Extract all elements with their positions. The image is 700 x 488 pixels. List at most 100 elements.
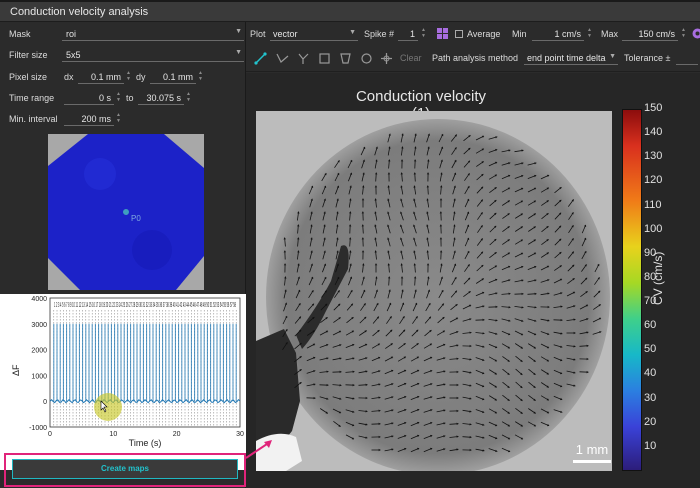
trace-x-tick: 0 <box>48 431 52 438</box>
create-maps-button[interactable]: Create maps <box>12 459 238 479</box>
plot-type-select[interactable]: vector ▼ <box>270 26 358 41</box>
trace-x-tick: 10 <box>109 431 117 438</box>
time-range-row: Time range 0 s ▲ ▼ to 30.075 s ▲ ▼ <box>0 90 246 106</box>
colorbar-tick: 140 <box>644 126 663 139</box>
spike-spin-icon[interactable]: ▲ ▼ <box>420 27 427 40</box>
mask-texture <box>84 158 116 190</box>
clear-button[interactable]: Clear <box>400 53 422 63</box>
rectangle-tool-icon[interactable] <box>318 52 331 65</box>
time-range-label: Time range <box>9 93 55 103</box>
tolerance-label: Tolerance ± <box>624 53 671 63</box>
average-checkbox[interactable] <box>455 30 463 38</box>
dy-input[interactable]: 0.1 mm <box>150 69 196 84</box>
colorbar-tick: 10 <box>644 439 657 452</box>
colorbar <box>622 109 642 471</box>
mask-thumbnail[interactable]: P0 <box>48 134 204 290</box>
average-label: Average <box>467 29 501 39</box>
colorbar-tick: 20 <box>644 415 657 428</box>
left-panel: Mask roi ▼ Filter size 5x5 ▼ Pixel size … <box>0 22 246 488</box>
colorbar-tick: 110 <box>644 198 662 211</box>
trace-y-tick: 1000 <box>31 373 47 380</box>
trace-y-tick: 0 <box>43 399 47 406</box>
pointer-arrow-icon <box>245 440 272 459</box>
plot-label: Plot <box>250 29 266 39</box>
trace-y-tick: -1000 <box>29 425 47 432</box>
chevron-down-icon: ▼ <box>349 29 356 36</box>
spike-number-labels: 1 2 3 4 5 6 7 8 9 10 11 12 13 14 15 16 1… <box>54 302 236 309</box>
plot-area: Conduction velocity (1) 1501401301201101… <box>246 73 700 488</box>
time-start-spin-icon[interactable]: ▲ ▼ <box>115 91 122 104</box>
chevron-down-icon: ▼ <box>235 49 242 56</box>
cursor-highlight <box>94 393 122 421</box>
mask-row: Mask roi ▼ <box>0 26 246 42</box>
min-interval-input[interactable]: 200 ms <box>64 111 114 126</box>
time-end-spin-icon[interactable]: ▲ ▼ <box>185 91 192 104</box>
colorbar-tick: 60 <box>644 319 657 332</box>
plot-toolbar: Plot vector ▼ Spike # 1 ▲ ▼ Average Min 1… <box>246 22 700 46</box>
trace-y-tick: 4000 <box>31 296 47 303</box>
colorbar-tick: 130 <box>644 150 663 163</box>
mask-label: Mask <box>9 29 31 39</box>
mask-select[interactable]: roi ▼ <box>62 26 244 41</box>
min-label: Min <box>512 29 527 39</box>
point-label: P0 <box>131 214 141 223</box>
colorbar-tick: 40 <box>644 367 657 380</box>
window-titlebar: Conduction velocity analysis <box>0 2 700 22</box>
pixel-size-row: Pixel size dx 0.1 mm ▲ ▼ dy 0.1 mm ▲ ▼ <box>0 69 246 85</box>
max-spin-icon[interactable]: ▲ ▼ <box>680 27 687 40</box>
spike-number-input[interactable]: 1 <box>398 26 418 41</box>
dx-label: dx <box>64 72 74 82</box>
create-maps-highlight: Create maps <box>4 453 246 487</box>
path-toolbar: Clear Path analysis method end point tim… <box>246 46 700 72</box>
colorbar-tick: 50 <box>644 343 657 356</box>
trace-ylabel: ΔF <box>11 364 21 376</box>
time-start-input[interactable]: 0 s <box>64 90 114 105</box>
polygon-tool-icon[interactable] <box>339 52 352 65</box>
line-tool-icon[interactable] <box>254 52 267 65</box>
chevron-down-icon: ▼ <box>235 28 242 35</box>
scale-bar: 1 mm <box>570 440 614 466</box>
trace-plot-area <box>49 297 241 428</box>
trace-y-tick: 2000 <box>31 348 47 355</box>
grid-view-icon[interactable] <box>436 27 449 40</box>
min-interval-spin-icon[interactable]: ▲ ▼ <box>115 112 122 125</box>
colorbar-tick: 150 <box>644 102 663 114</box>
pixel-size-label: Pixel size <box>9 72 48 82</box>
conduction-velocity-map[interactable] <box>256 111 612 471</box>
path-method-select[interactable]: end point time delta ▼ <box>524 50 618 65</box>
point-marker[interactable] <box>123 209 129 215</box>
polyline-tool-icon[interactable] <box>276 52 289 65</box>
chevron-down-icon: ▼ <box>609 53 616 60</box>
min-interval-label: Min. interval <box>9 114 58 124</box>
dx-input[interactable]: 0.1 mm <box>78 69 124 84</box>
move-tool-icon[interactable] <box>380 52 393 65</box>
colorbar-tick: 30 <box>644 391 657 404</box>
settings-icon[interactable] <box>691 27 700 40</box>
trace-xlabel: Time (s) <box>129 438 162 448</box>
to-label: to <box>126 93 134 103</box>
tolerance-input[interactable] <box>676 50 698 65</box>
min-interval-row: Min. interval 200 ms ▲ ▼ <box>0 111 246 127</box>
path-method-label: Path analysis method <box>432 53 519 63</box>
trace-x-tick: 20 <box>173 431 181 438</box>
max-input[interactable]: 150 cm/s <box>622 26 678 41</box>
max-label: Max <box>601 29 619 39</box>
min-spin-icon[interactable]: ▲ ▼ <box>586 27 593 40</box>
filter-size-select[interactable]: 5x5 ▼ <box>62 47 244 62</box>
branch-tool-icon[interactable] <box>297 52 310 65</box>
dx-spin-icon[interactable]: ▲ ▼ <box>125 70 132 83</box>
scale-bar-line <box>573 460 611 463</box>
window-title: Conduction velocity analysis <box>10 6 149 18</box>
colorbar-tick: 100 <box>644 222 663 235</box>
min-input[interactable]: 1 cm/s <box>532 26 584 41</box>
filter-label: Filter size <box>9 50 48 60</box>
trace-y-tick: 3000 <box>31 322 47 329</box>
colorbar-label: CV (cm/s) <box>651 251 665 305</box>
scale-bar-label: 1 mm <box>575 442 609 457</box>
circle-tool-icon[interactable] <box>360 52 373 65</box>
colorbar-tick: 120 <box>644 174 663 187</box>
trace-chart[interactable]: ΔF Time (s) 1 2 3 4 5 6 7 8 9 10 11 12 1… <box>0 294 246 470</box>
tissue-dish <box>266 119 610 471</box>
dy-spin-icon[interactable]: ▲ ▼ <box>197 70 204 83</box>
time-end-input[interactable]: 30.075 s <box>138 90 184 105</box>
